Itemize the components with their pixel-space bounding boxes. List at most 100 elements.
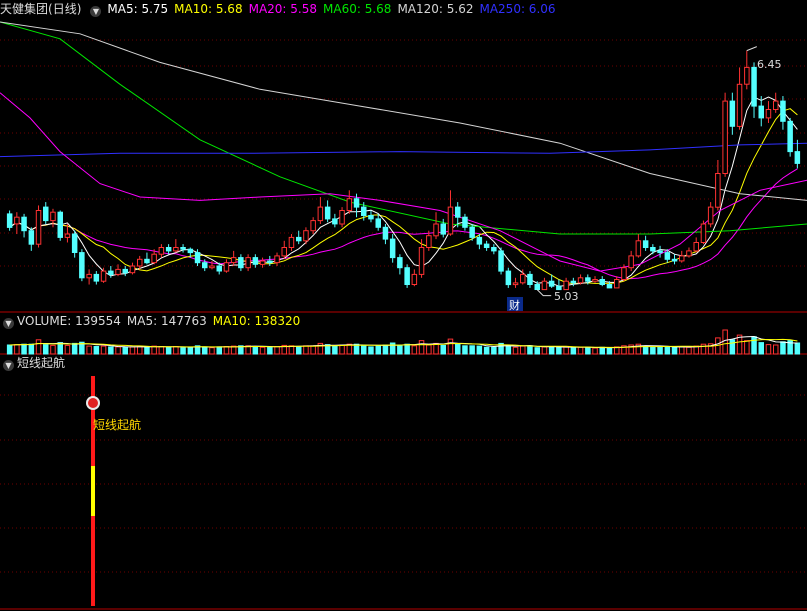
volume-bar[interactable] — [375, 345, 381, 355]
volume-bar[interactable] — [397, 344, 403, 355]
volume-bar[interactable] — [187, 346, 194, 355]
volume-bar[interactable] — [129, 346, 136, 355]
candle-body[interactable] — [21, 216, 27, 232]
volume-bar[interactable] — [223, 346, 230, 355]
candle-body[interactable] — [194, 252, 201, 264]
candle-body[interactable] — [563, 280, 569, 291]
candle-body[interactable] — [765, 109, 772, 119]
candle-body[interactable] — [621, 267, 627, 281]
candle-body[interactable] — [202, 262, 208, 269]
volume-bar[interactable] — [462, 345, 468, 355]
volume-bar[interactable] — [274, 346, 280, 355]
volume-bar[interactable] — [310, 345, 316, 355]
volume-bar[interactable] — [137, 346, 143, 355]
candle-body[interactable] — [787, 120, 793, 153]
volume-bar[interactable] — [165, 346, 172, 355]
volume-bar[interactable] — [650, 346, 656, 355]
candle-body[interactable] — [440, 223, 446, 235]
volume-bar[interactable] — [216, 346, 222, 355]
period-label[interactable]: (日线) — [48, 2, 81, 16]
volume-bar[interactable] — [722, 329, 728, 355]
volume-bar[interactable] — [144, 346, 150, 355]
volume-bar[interactable] — [100, 345, 107, 355]
candle-body[interactable] — [389, 238, 396, 259]
candle-body[interactable] — [230, 257, 237, 264]
volume-bar[interactable] — [202, 346, 208, 355]
volume-bar[interactable] — [382, 344, 389, 355]
candle-body[interactable] — [577, 277, 584, 284]
volume-bar[interactable] — [6, 344, 13, 355]
candle-body[interactable] — [751, 66, 757, 107]
volume-bar[interactable] — [404, 343, 410, 355]
candle-body[interactable] — [498, 250, 504, 272]
candle-body[interactable] — [252, 257, 259, 265]
volume-bar[interactable] — [592, 347, 598, 355]
volume-bar[interactable] — [585, 346, 591, 355]
volume-bar[interactable] — [411, 345, 418, 355]
candle-body[interactable] — [736, 83, 743, 127]
candle-body[interactable] — [599, 279, 605, 285]
candle-body[interactable] — [317, 206, 324, 222]
candle-body[interactable] — [14, 216, 20, 225]
volume-bar[interactable] — [679, 346, 685, 355]
volume-bar[interactable] — [426, 344, 432, 355]
volume-bar[interactable] — [563, 346, 569, 355]
volume-bar[interactable] — [259, 346, 266, 355]
candle-body[interactable] — [671, 258, 678, 262]
candle-body[interactable] — [151, 253, 157, 264]
candle-body[interactable] — [635, 240, 642, 257]
candle-body[interactable] — [57, 211, 63, 238]
volume-bar[interactable] — [476, 345, 483, 355]
volume-bar[interactable] — [50, 344, 56, 355]
volume-bar[interactable] — [267, 346, 273, 355]
volume-bar[interactable] — [440, 344, 446, 355]
candle-body[interactable] — [346, 198, 353, 211]
volume-bar[interactable] — [657, 346, 663, 355]
candle-body[interactable] — [274, 255, 280, 264]
candle-body[interactable] — [397, 257, 403, 269]
candle-body[interactable] — [679, 255, 685, 262]
candle-body[interactable] — [744, 66, 750, 85]
candle-body[interactable] — [418, 247, 425, 275]
volume-bar[interactable] — [483, 346, 490, 355]
volume-bar[interactable] — [296, 346, 302, 355]
volume-bar[interactable] — [794, 342, 801, 355]
volume-bar[interactable] — [158, 346, 165, 355]
candle-body[interactable] — [180, 247, 186, 250]
candle-body[interactable] — [433, 223, 439, 237]
candle-body[interactable] — [426, 235, 432, 248]
volume-bar[interactable] — [86, 345, 92, 355]
candle-body[interactable] — [353, 198, 360, 208]
volume-bar[interactable] — [780, 341, 786, 355]
volume-bar[interactable] — [288, 345, 295, 355]
volume-bar[interactable] — [548, 346, 555, 355]
candle-body[interactable] — [642, 240, 649, 249]
volume-bar[interactable] — [512, 346, 519, 355]
volume-bar[interactable] — [491, 346, 497, 355]
volume-bar[interactable] — [43, 344, 49, 355]
candle-body[interactable] — [650, 247, 656, 252]
finance-badge[interactable]: 财 — [509, 298, 520, 312]
volume-bar[interactable] — [541, 346, 548, 355]
volume-bar[interactable] — [744, 340, 750, 355]
candle-body[interactable] — [548, 280, 555, 287]
volume-bar[interactable] — [173, 346, 179, 355]
volume-bar[interactable] — [252, 346, 259, 355]
volume-bar[interactable] — [28, 343, 35, 355]
candle-body[interactable] — [368, 215, 374, 220]
candle-body[interactable] — [527, 273, 533, 285]
candle-body[interactable] — [79, 252, 85, 279]
candle-body[interactable] — [534, 284, 540, 290]
candle-body[interactable] — [310, 220, 316, 232]
candle-body[interactable] — [28, 230, 35, 245]
candle-body[interactable] — [411, 273, 418, 285]
candle-body[interactable] — [245, 257, 251, 269]
collapse-icon[interactable]: ▼ — [90, 6, 102, 17]
volume-bar[interactable] — [418, 340, 425, 355]
candle-body[interactable] — [223, 262, 230, 272]
candle-body[interactable] — [165, 247, 172, 252]
volume-bar[interactable] — [527, 345, 533, 355]
candle-body[interactable] — [187, 248, 194, 254]
volume-bar[interactable] — [642, 345, 649, 355]
candle-body[interactable] — [122, 268, 128, 274]
